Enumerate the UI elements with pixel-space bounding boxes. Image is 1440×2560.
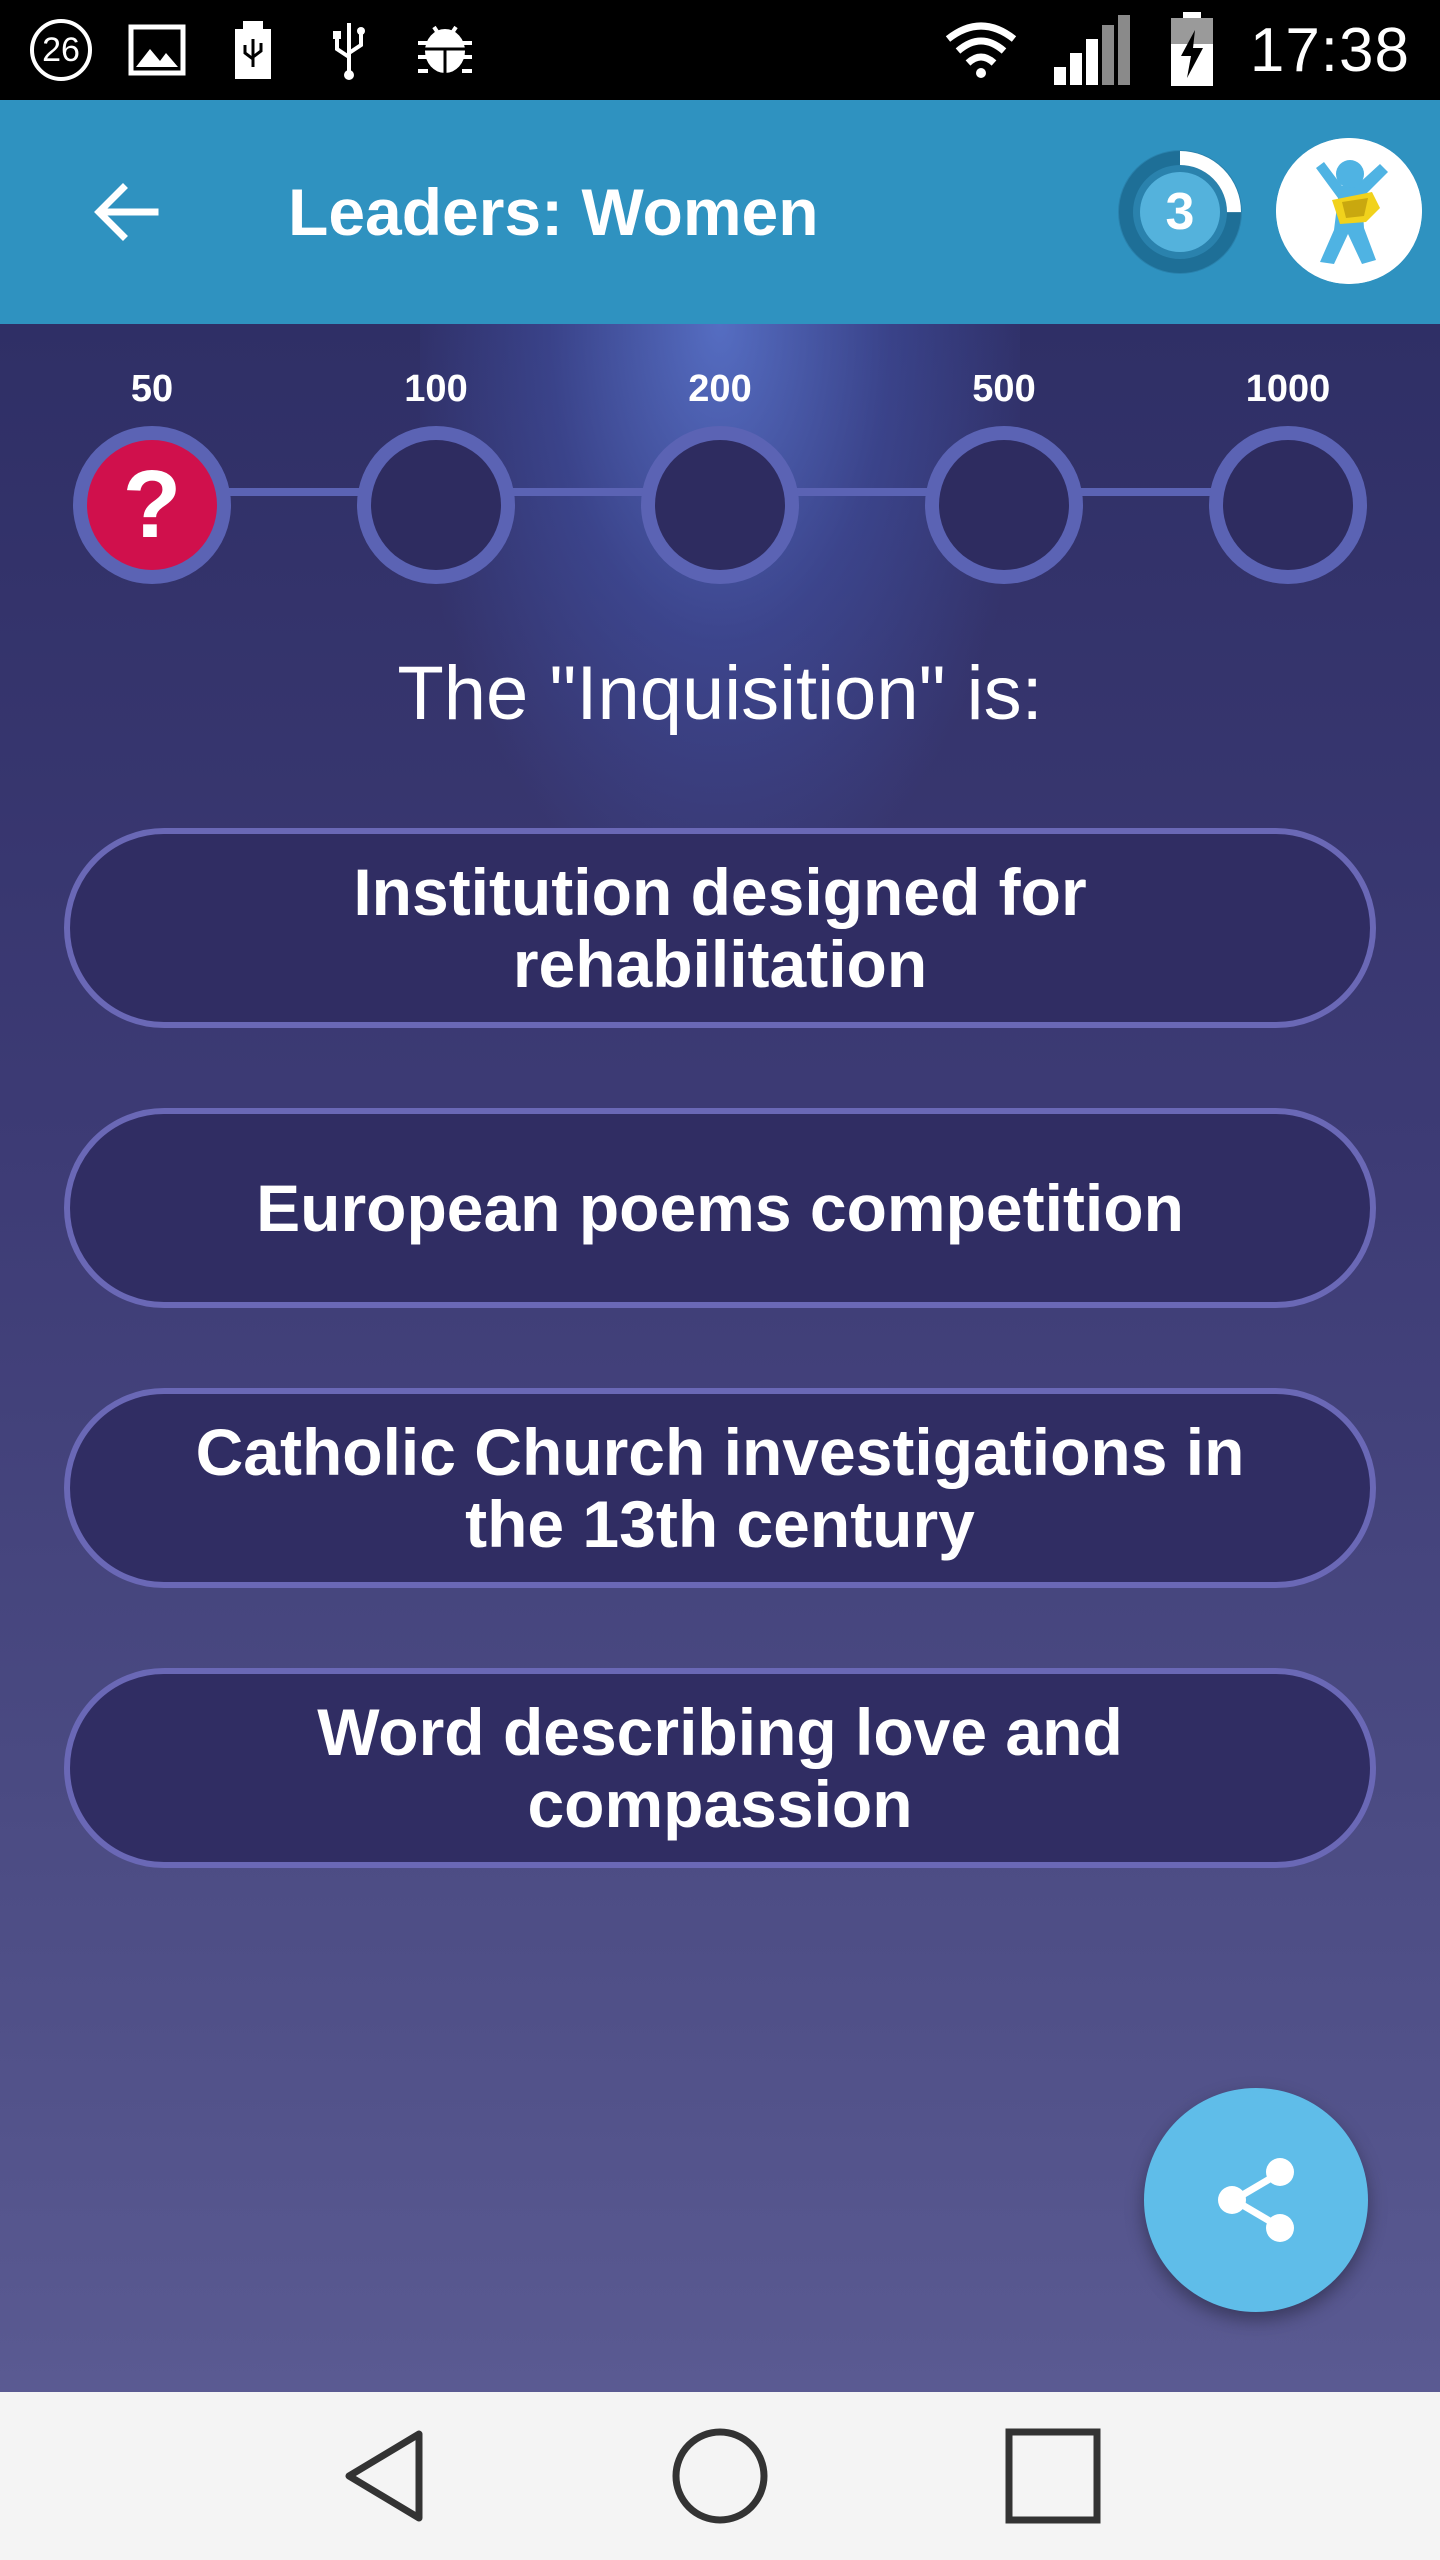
status-time: 17:38: [1249, 15, 1410, 85]
ladder-step-circle: ?: [73, 426, 231, 584]
ladder-step: 50 ?: [62, 364, 242, 604]
ladder-step-value: 1000: [1245, 368, 1331, 410]
ladder-step: 500: [914, 364, 1094, 604]
nav-recents-button[interactable]: [993, 2416, 1113, 2536]
notification-count-icon: 26: [30, 19, 92, 81]
usb-debug-icon: [318, 19, 380, 81]
ladder-step-inner: [371, 440, 501, 570]
status-left: 26: [30, 19, 476, 81]
question-text: The "Inquisition" is:: [397, 651, 1043, 736]
page-title: Leaders: Women: [288, 175, 819, 249]
ladder-step: 100: [346, 364, 526, 604]
android-debug-icon: [414, 19, 476, 81]
avatar[interactable]: [1276, 138, 1422, 284]
ladder-step-value: 500: [972, 368, 1036, 410]
avatar-figure-icon: [1276, 138, 1422, 284]
arrow-left-icon: [94, 183, 159, 241]
battery-charging-icon: [1168, 12, 1216, 86]
usb-icon: [222, 19, 284, 81]
ladder-step-value: 100: [404, 368, 468, 410]
quiz-area: 50 ? 100 200 500 1000 The "Inquisition" …: [0, 324, 1440, 2392]
prize-ladder: 50 ? 100 200 500 1000: [0, 324, 1440, 604]
share-icon: [1218, 2158, 1294, 2242]
ladder-step: 1000: [1198, 364, 1378, 604]
ladder-step-inner: [655, 440, 785, 570]
ladder-step-inner: [939, 440, 1069, 570]
image-icon: [126, 19, 188, 81]
ladder-step-inner: [1223, 440, 1353, 570]
status-bar: 26 17:38: [0, 0, 1440, 100]
nav-home-button[interactable]: [660, 2416, 780, 2536]
ladder-step-value: 200: [688, 368, 752, 410]
share-button[interactable]: [1144, 2088, 1368, 2312]
nav-back-button[interactable]: [327, 2416, 447, 2536]
answer-option-2[interactable]: European poems competition: [64, 1108, 1376, 1308]
level-number: 3: [1165, 183, 1195, 241]
back-button[interactable]: [80, 166, 172, 258]
answer-option-3[interactable]: Catholic Church investigations in the 13…: [64, 1388, 1376, 1588]
ladder-step-circle: [641, 426, 799, 584]
status-right: 17:38: [944, 12, 1410, 86]
system-nav-bar: [0, 2392, 1440, 2560]
screen: 26 17:38 Leaders: Women 3 50 ? 100 200 5…: [0, 0, 1440, 2560]
answer-option-1[interactable]: Institution designed for rehabilitation: [64, 828, 1376, 1028]
app-bar: Leaders: Women 3: [0, 100, 1440, 324]
ladder-step-circle: [1209, 426, 1367, 584]
home-circle-icon: [672, 2428, 768, 2524]
ladder-step-circle: [357, 426, 515, 584]
level-badge[interactable]: 3: [1110, 142, 1250, 282]
wifi-icon: [944, 19, 1018, 81]
recents-square-icon: [1005, 2428, 1101, 2524]
back-triangle-icon: [345, 2430, 423, 2522]
ladder-step-circle: [925, 426, 1083, 584]
ladder-step: 200: [630, 364, 810, 604]
signal-icon: [1052, 15, 1134, 85]
answer-option-4[interactable]: Word describing love and compassion: [64, 1668, 1376, 1868]
question-mark-icon: ?: [87, 440, 217, 570]
ladder-step-value: 50: [130, 368, 174, 410]
